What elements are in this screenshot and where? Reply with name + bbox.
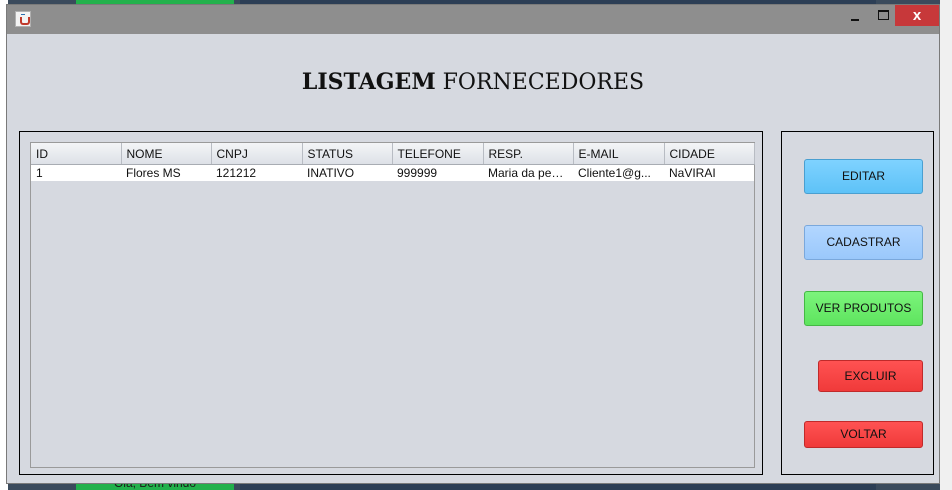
column-header-email[interactable]: E-MAIL [573, 143, 665, 165]
column-header-cidade[interactable]: CIDADE [664, 143, 755, 165]
page-title: LISTAGEM FORNECEDORES [7, 69, 939, 95]
java-app-icon [15, 11, 31, 27]
editar-button[interactable]: EDITAR [804, 159, 923, 194]
suppliers-table: ID NOME CNPJ STATUS TELEFONE RESP. E-MAI… [31, 143, 755, 181]
background-desktop-right [940, 0, 952, 490]
cell-telefone: 999999 [392, 164, 483, 181]
fornecedores-window: x LISTAGEM FORNECEDORES ID NOME CNPJ STA… [6, 4, 940, 484]
voltar-button[interactable]: VOLTAR [804, 421, 923, 448]
column-header-cnpj[interactable]: CNPJ [211, 143, 303, 165]
close-button[interactable]: x [895, 5, 939, 26]
excluir-button[interactable]: EXCLUIR [818, 360, 923, 392]
column-header-telefone[interactable]: TELEFONE [392, 143, 484, 165]
maximize-button[interactable] [869, 5, 897, 27]
minimize-icon [851, 19, 859, 21]
maximize-icon [877, 10, 889, 20]
minimize-button[interactable] [841, 5, 869, 27]
page-title-bold: LISTAGEM [301, 69, 436, 95]
cadastrar-button[interactable]: CADASTRAR [804, 225, 923, 260]
table-scroll-pane[interactable]: ID NOME CNPJ STATUS TELEFONE RESP. E-MAI… [30, 142, 755, 468]
cell-cidade: NaVIRAI [664, 164, 754, 181]
page-title-regular: FORNECEDORES [435, 70, 645, 95]
cell-cnpj: 121212 [211, 164, 302, 181]
ver-produtos-button[interactable]: VER PRODUTOS [804, 291, 923, 326]
close-icon: x [912, 7, 922, 24]
actions-panel: EDITAR CADASTRAR VER PRODUTOS EXCLUIR VO… [781, 131, 934, 475]
cell-nome: Flores MS [121, 164, 211, 181]
column-header-id[interactable]: ID [31, 143, 122, 165]
cell-status: INATIVO [302, 164, 392, 181]
table-row[interactable]: 1 Flores MS 121212 INATIVO 999999 Maria … [31, 164, 754, 181]
column-header-nome[interactable]: NOME [121, 143, 212, 165]
cell-email: Cliente1@g... [573, 164, 664, 181]
column-header-status[interactable]: STATUS [302, 143, 393, 165]
cell-id: 1 [31, 164, 121, 181]
table-header-row: ID NOME CNPJ STATUS TELEFONE RESP. E-MAI… [31, 143, 755, 165]
title-bar[interactable]: x [7, 5, 939, 34]
cell-resp: Maria da pen... [483, 164, 573, 181]
table-panel: ID NOME CNPJ STATUS TELEFONE RESP. E-MAI… [19, 131, 763, 475]
column-header-resp[interactable]: RESP. [483, 143, 574, 165]
